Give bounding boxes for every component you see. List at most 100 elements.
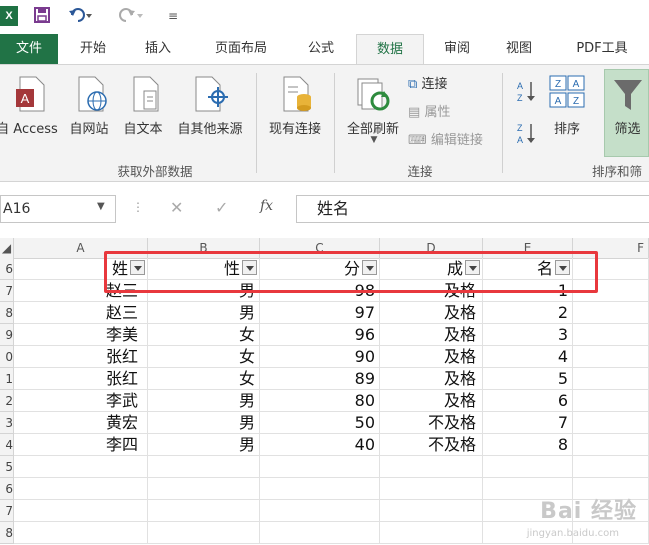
table-cell[interactable]: 不及格 (380, 434, 483, 456)
connections-button[interactable]: ⧉ 连接 (408, 75, 447, 95)
empty-cell[interactable] (380, 522, 483, 544)
table-cell[interactable]: 及格 (380, 302, 483, 324)
tab-home[interactable]: 开始 (68, 34, 118, 64)
empty-cell[interactable] (260, 522, 380, 544)
row-header[interactable]: 7 (0, 500, 14, 522)
empty-cell[interactable] (573, 390, 649, 412)
row-header[interactable]: 4 (0, 434, 14, 456)
table-cell[interactable]: 李美 (14, 324, 148, 346)
table-cell[interactable]: 40 (260, 434, 380, 456)
empty-cell[interactable] (573, 302, 649, 324)
row-header[interactable]: 8 (0, 302, 14, 324)
table-cell[interactable]: 男 (148, 434, 260, 456)
table-cell[interactable]: 黄宏 (14, 412, 148, 434)
table-cell[interactable]: 不及格 (380, 412, 483, 434)
table-cell[interactable]: 女 (148, 368, 260, 390)
edit-links-button[interactable]: ⌨ 编辑链接 (408, 131, 483, 151)
table-cell[interactable]: 8 (483, 434, 573, 456)
row-header[interactable]: 8 (0, 522, 14, 544)
redo-icon[interactable] (118, 6, 144, 26)
table-cell[interactable]: 男 (148, 412, 260, 434)
tab-file[interactable]: 文件 (0, 34, 58, 64)
empty-cell[interactable] (148, 522, 260, 544)
empty-cell[interactable] (148, 500, 260, 522)
empty-cell[interactable] (573, 456, 649, 478)
table-cell[interactable]: 90 (260, 346, 380, 368)
table-cell[interactable]: 2 (483, 302, 573, 324)
tab-data[interactable]: 数据 (356, 34, 424, 66)
empty-cell[interactable] (260, 500, 380, 522)
from-text-button[interactable]: 自文本 (118, 118, 168, 137)
undo-icon[interactable] (68, 6, 94, 26)
empty-cell[interactable] (148, 456, 260, 478)
empty-cell[interactable] (573, 368, 649, 390)
cancel-icon[interactable]: ✕ (170, 198, 183, 217)
enter-icon[interactable]: ✓ (215, 198, 228, 217)
table-cell[interactable]: 赵三 (14, 302, 148, 324)
table-cell[interactable]: 张红 (14, 346, 148, 368)
table-cell[interactable]: 97 (260, 302, 380, 324)
tab-pdf-tools[interactable]: PDF工具 (560, 34, 644, 64)
table-cell[interactable]: 女 (148, 324, 260, 346)
row-header[interactable]: 7 (0, 280, 14, 302)
table-cell[interactable]: 4 (483, 346, 573, 368)
table-cell[interactable]: 张红 (14, 368, 148, 390)
filter-button[interactable]: 筛选 (604, 69, 649, 157)
table-cell[interactable]: 89 (260, 368, 380, 390)
formula-input[interactable]: 姓名 (296, 195, 649, 223)
table-cell[interactable]: 及格 (380, 390, 483, 412)
table-cell[interactable]: 50 (260, 412, 380, 434)
save-icon[interactable] (33, 6, 51, 26)
existing-connections-button[interactable]: 现有连接 (262, 118, 328, 137)
empty-cell[interactable] (380, 478, 483, 500)
empty-cell[interactable] (573, 434, 649, 456)
sort-ascending-icon[interactable]: AZ (517, 79, 537, 107)
row-header[interactable]: 0 (0, 346, 14, 368)
empty-cell[interactable] (573, 324, 649, 346)
row-header[interactable]: 6 (0, 478, 14, 500)
empty-cell[interactable] (573, 412, 649, 434)
table-cell[interactable]: 96 (260, 324, 380, 346)
empty-cell[interactable] (148, 478, 260, 500)
table-cell[interactable]: 李武 (14, 390, 148, 412)
table-cell[interactable]: 男 (148, 302, 260, 324)
select-all-corner[interactable]: ◢ (0, 238, 14, 258)
row-header[interactable]: 2 (0, 390, 14, 412)
empty-cell[interactable] (14, 456, 148, 478)
tab-review[interactable]: 审阅 (432, 34, 482, 64)
table-cell[interactable]: 及格 (380, 324, 483, 346)
empty-cell[interactable] (260, 456, 380, 478)
tab-insert[interactable]: 插入 (133, 34, 183, 64)
table-cell[interactable]: 及格 (380, 368, 483, 390)
empty-cell[interactable] (380, 456, 483, 478)
row-header[interactable]: 3 (0, 412, 14, 434)
insert-function-icon[interactable]: fx (260, 198, 273, 214)
table-cell[interactable]: 5 (483, 368, 573, 390)
refresh-dropdown-icon[interactable]: ▼ (366, 135, 382, 145)
empty-cell[interactable] (14, 522, 148, 544)
table-cell[interactable]: 男 (148, 390, 260, 412)
table-cell[interactable]: 7 (483, 412, 573, 434)
table-cell[interactable]: 6 (483, 390, 573, 412)
row-header[interactable]: 5 (0, 456, 14, 478)
from-web-button[interactable]: 自网站 (64, 118, 114, 137)
properties-button[interactable]: ▤ 属性 (408, 103, 450, 123)
empty-cell[interactable] (380, 500, 483, 522)
sort-descending-icon[interactable]: ZA (517, 121, 537, 149)
row-header[interactable]: 9 (0, 324, 14, 346)
sort-button[interactable]: 排序 (545, 118, 589, 137)
tab-view[interactable]: 视图 (494, 34, 544, 64)
row-header[interactable]: 6 (0, 258, 14, 280)
empty-cell[interactable] (14, 500, 148, 522)
empty-cell[interactable] (260, 478, 380, 500)
row-header[interactable]: 1 (0, 368, 14, 390)
empty-cell[interactable] (483, 456, 573, 478)
table-cell[interactable]: 及格 (380, 346, 483, 368)
from-other-sources-button[interactable]: 自其他来源 (170, 118, 250, 137)
table-cell[interactable]: 80 (260, 390, 380, 412)
table-cell[interactable]: 3 (483, 324, 573, 346)
from-access-button[interactable]: 自 Access (0, 118, 62, 137)
tab-page-layout[interactable]: 页面布局 (200, 34, 282, 64)
empty-cell[interactable] (573, 346, 649, 368)
table-cell[interactable]: 女 (148, 346, 260, 368)
